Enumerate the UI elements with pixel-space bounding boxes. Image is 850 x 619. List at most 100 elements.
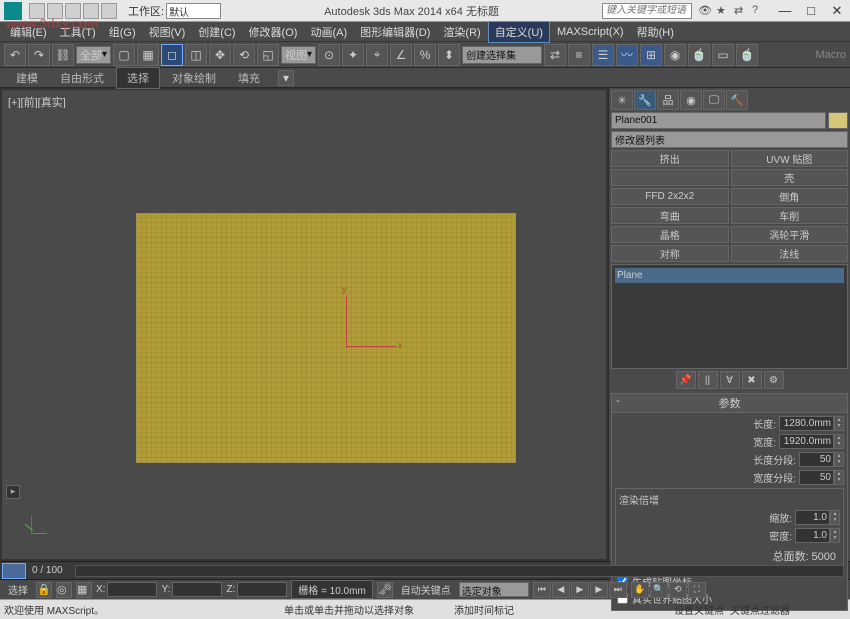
zoom-icon[interactable]: 🔍 xyxy=(650,582,668,598)
scale-input[interactable] xyxy=(795,510,830,525)
qat-undo-icon[interactable] xyxy=(83,3,99,19)
tab-hierarchy-icon[interactable]: 品 xyxy=(657,90,679,110)
lock-icon[interactable]: 🔒 xyxy=(36,582,52,598)
menu-graph[interactable]: 图形编辑器(D) xyxy=(354,22,436,42)
viewport[interactable]: [+][前][真实] y x ▸ xyxy=(2,90,606,559)
pan-icon[interactable]: ✋ xyxy=(631,582,649,598)
modifier-stack[interactable]: Plane xyxy=(611,264,848,369)
play-icon[interactable]: ▶ xyxy=(571,582,589,598)
ribbon-config-icon[interactable]: ▾ xyxy=(278,70,294,86)
scale-spinner[interactable]: ▴▾ xyxy=(830,510,840,525)
pivot-icon[interactable]: ⊙ xyxy=(318,44,340,66)
selset-icon[interactable]: ▦ xyxy=(76,582,92,598)
align-icon[interactable]: ≡ xyxy=(568,44,590,66)
orbit-icon[interactable]: ⟲ xyxy=(669,582,687,598)
config-sets-icon[interactable]: ⚙ xyxy=(764,371,784,389)
select-name-icon[interactable]: ▦ xyxy=(137,44,159,66)
object-name-input[interactable] xyxy=(611,112,826,129)
x-input[interactable] xyxy=(107,582,157,597)
filter-select[interactable]: 全部 ▾ xyxy=(76,46,111,64)
ribbon-tab-modeling[interactable]: 建模 xyxy=(6,68,48,88)
window-cross-icon[interactable]: ◫ xyxy=(185,44,207,66)
viewport-expand-icon[interactable]: ▸ xyxy=(6,485,20,499)
render-icon[interactable]: 🍵 xyxy=(736,44,758,66)
manip-icon[interactable]: ✦ xyxy=(342,44,364,66)
mirror-icon[interactable]: ⇄ xyxy=(544,44,566,66)
btn-turbosmooth[interactable]: 涡轮平滑 xyxy=(731,226,849,243)
favorite-icon[interactable]: ★ xyxy=(716,4,730,18)
scale-icon[interactable]: ◱ xyxy=(257,44,279,66)
prev-frame-icon[interactable]: ◀ xyxy=(552,582,570,598)
z-input[interactable] xyxy=(237,582,287,597)
goto-start-icon[interactable]: ⏮ xyxy=(533,582,551,598)
render-setup-icon[interactable]: 🍵 xyxy=(688,44,710,66)
qat-new-icon[interactable] xyxy=(29,3,45,19)
lsegs-spinner[interactable]: ▴▾ xyxy=(834,452,844,467)
menu-edit[interactable]: 编辑(E) xyxy=(4,22,53,42)
length-input[interactable] xyxy=(779,416,834,431)
spinner-snap-icon[interactable]: ⬍ xyxy=(438,44,460,66)
timetag-msg[interactable]: 添加时间标记 xyxy=(454,602,514,617)
key-icon[interactable]: 🗝 xyxy=(377,582,393,598)
menu-modifier[interactable]: 修改器(O) xyxy=(243,22,304,42)
btn-uvw[interactable]: UVW 贴图 xyxy=(731,150,849,167)
render-frame-icon[interactable]: ▭ xyxy=(712,44,734,66)
transform-gizmo[interactable]: y x xyxy=(316,296,396,356)
layer-icon[interactable]: ☰ xyxy=(592,44,614,66)
material-icon[interactable]: ◉ xyxy=(664,44,686,66)
binoculars-icon[interactable]: 👁 xyxy=(698,4,712,18)
menu-help[interactable]: 帮助(H) xyxy=(631,22,680,42)
workspace-select[interactable]: 默认 xyxy=(166,3,221,19)
btn-symmetry[interactable]: 对称 xyxy=(611,245,729,262)
wsegs-spinner[interactable]: ▴▾ xyxy=(834,470,844,485)
tab-display-icon[interactable]: 🖵 xyxy=(703,90,725,110)
btn-bend[interactable]: 弯曲 xyxy=(611,207,729,224)
qat-save-icon[interactable] xyxy=(65,3,81,19)
select-icon[interactable]: ▢ xyxy=(113,44,135,66)
y-input[interactable] xyxy=(172,582,222,597)
exchange-icon[interactable]: ⇄ xyxy=(734,4,748,18)
btn-normal[interactable]: 法线 xyxy=(731,245,849,262)
next-frame-icon[interactable]: ▶ xyxy=(590,582,608,598)
remove-mod-icon[interactable]: ✖ xyxy=(742,371,762,389)
width-input[interactable] xyxy=(779,434,834,449)
qat-open-icon[interactable] xyxy=(47,3,63,19)
keyfilter-select[interactable]: 选定对象 xyxy=(459,582,529,597)
object-color-swatch[interactable] xyxy=(828,112,848,129)
rotate-icon[interactable]: ⟲ xyxy=(233,44,255,66)
show-result-icon[interactable]: || xyxy=(698,371,718,389)
close-button[interactable]: ✕ xyxy=(824,1,850,21)
density-spinner[interactable]: ▴▾ xyxy=(830,528,840,543)
btn-lattice[interactable]: 晶格 xyxy=(611,226,729,243)
btn-extrude[interactable]: 挤出 xyxy=(611,150,729,167)
maximize-button[interactable]: □ xyxy=(798,1,824,21)
btn-ffd[interactable]: FFD 2x2x2 xyxy=(611,188,729,205)
move-icon[interactable]: ✥ xyxy=(209,44,231,66)
goto-end-icon[interactable]: ⏭ xyxy=(609,582,627,598)
menu-create[interactable]: 创建(C) xyxy=(192,22,241,42)
named-set-select[interactable]: 创建选择集 xyxy=(462,46,542,64)
refcoord-select[interactable]: 视图 ▾ xyxy=(281,46,316,64)
search-input[interactable] xyxy=(602,3,692,19)
stack-item-plane[interactable]: Plane xyxy=(615,268,844,283)
timeline-track[interactable] xyxy=(75,565,844,577)
help-icon[interactable]: ? xyxy=(752,4,766,18)
wsegs-input[interactable] xyxy=(799,470,834,485)
gizmo-x-axis[interactable] xyxy=(346,346,396,347)
viewport-canvas[interactable]: y x xyxy=(6,108,602,555)
percent-snap-icon[interactable]: % xyxy=(414,44,436,66)
menu-render[interactable]: 渲染(R) xyxy=(437,22,486,42)
btn-blank[interactable] xyxy=(611,169,729,186)
undo-icon[interactable]: ↶ xyxy=(4,44,26,66)
time-slider[interactable] xyxy=(2,563,26,579)
unique-icon[interactable]: ∀ xyxy=(720,371,740,389)
link-icon[interactable]: ⛓ xyxy=(52,44,74,66)
density-input[interactable] xyxy=(795,528,830,543)
menu-custom[interactable]: 自定义(U) xyxy=(488,21,550,43)
schematic-icon[interactable]: ⊞ xyxy=(640,44,662,66)
menu-group[interactable]: 组(G) xyxy=(103,22,142,42)
tab-create-icon[interactable]: ✳ xyxy=(611,90,633,110)
angle-snap-icon[interactable]: ∠ xyxy=(390,44,412,66)
redo-icon[interactable]: ↷ xyxy=(28,44,50,66)
menu-tools[interactable]: 工具(T) xyxy=(54,22,102,42)
